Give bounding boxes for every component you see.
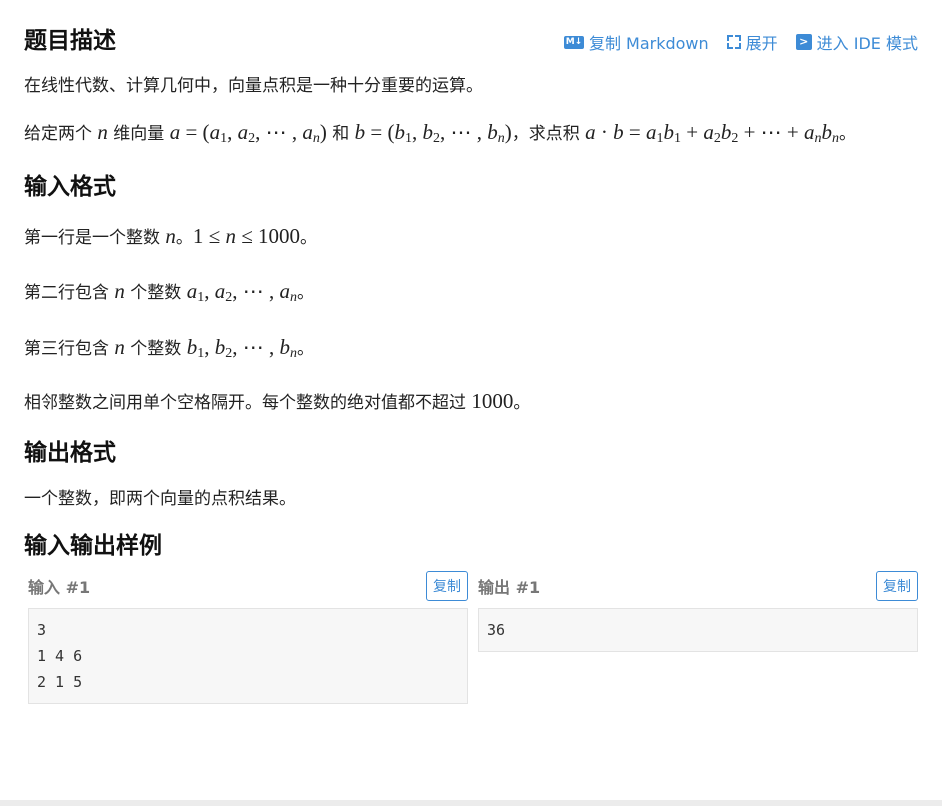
section-title-input-format: 输入格式 xyxy=(24,174,116,201)
problem-page: 题目描述 M↓ 复制 Markdown 展开 > 进入 IDE 模式 在线性代数… xyxy=(0,22,942,806)
sample-input: 输入 #1 复制 3 1 4 6 2 1 5 xyxy=(28,570,468,704)
code-line: 1 4 6 xyxy=(37,646,83,665)
expand-label: 展开 xyxy=(745,34,778,53)
ide-mode-label: 进入 IDE 模式 xyxy=(816,34,918,53)
description-paragraph-1: 在线性代数、计算几何中，向量点积是一种十分重要的运算。 xyxy=(24,76,483,96)
sample-output-header: 输出 #1 复制 xyxy=(478,570,918,601)
ide-mode-button[interactable]: > 进入 IDE 模式 xyxy=(795,30,918,54)
copy-markdown-button[interactable]: M↓ 复制 Markdown xyxy=(563,30,709,54)
markdown-icon: M↓ xyxy=(563,35,584,49)
terminal-icon: > xyxy=(795,34,812,50)
code-line: 36 xyxy=(487,620,506,639)
sample-output: 输出 #1 复制 36 xyxy=(478,570,918,704)
copy-input-button[interactable]: 复制 xyxy=(426,570,468,601)
section-title-description: 题目描述 xyxy=(24,28,116,55)
bottom-divider xyxy=(0,800,942,806)
description-header: 题目描述 M↓ 复制 Markdown 展开 > 进入 IDE 模式 xyxy=(24,22,918,62)
copy-markdown-label: 复制 Markdown xyxy=(588,34,709,53)
code-line: 3 xyxy=(37,620,47,639)
copy-output-button[interactable]: 复制 xyxy=(876,570,918,601)
output-format-text: 一个整数，即两个向量的点积结果。 xyxy=(24,488,296,509)
expand-button[interactable]: 展开 xyxy=(726,30,778,54)
sample-input-label: 输入 #1 xyxy=(28,577,91,597)
sample-input-header: 输入 #1 复制 xyxy=(28,570,468,601)
sample-input-code: 3 1 4 6 2 1 5 xyxy=(28,607,468,704)
header-actions: M↓ 复制 Markdown 展开 > 进入 IDE 模式 xyxy=(563,30,918,54)
input-format-line-2: 第二行包含 n 个整数 a1, a2, ⋯ , an。 xyxy=(24,279,314,306)
description-paragraph-2: 给定两个 n 维向量 a = (a1, a2, ⋯ , an) 和 b = (b… xyxy=(24,120,856,147)
code-line: 2 1 5 xyxy=(37,672,83,691)
input-format-line-4: 相邻整数之间用单个空格隔开。每个整数的绝对值都不超过 1000。 xyxy=(24,388,531,413)
section-title-samples: 输入输出样例 xyxy=(24,532,162,559)
input-format-line-3: 第三行包含 n 个整数 b1, b2, ⋯ , bn。 xyxy=(24,334,314,361)
sample-output-code: 36 xyxy=(478,607,918,652)
samples-container: 输入 #1 复制 3 1 4 6 2 1 5 输出 #1 复制 36 xyxy=(28,570,918,704)
sample-output-label: 输出 #1 xyxy=(478,577,541,597)
input-format-line-1: 第一行是一个整数 n。1 ≤ n ≤ 1000。 xyxy=(24,223,317,248)
expand-icon xyxy=(726,35,741,49)
section-title-output-format: 输出格式 xyxy=(24,440,116,467)
